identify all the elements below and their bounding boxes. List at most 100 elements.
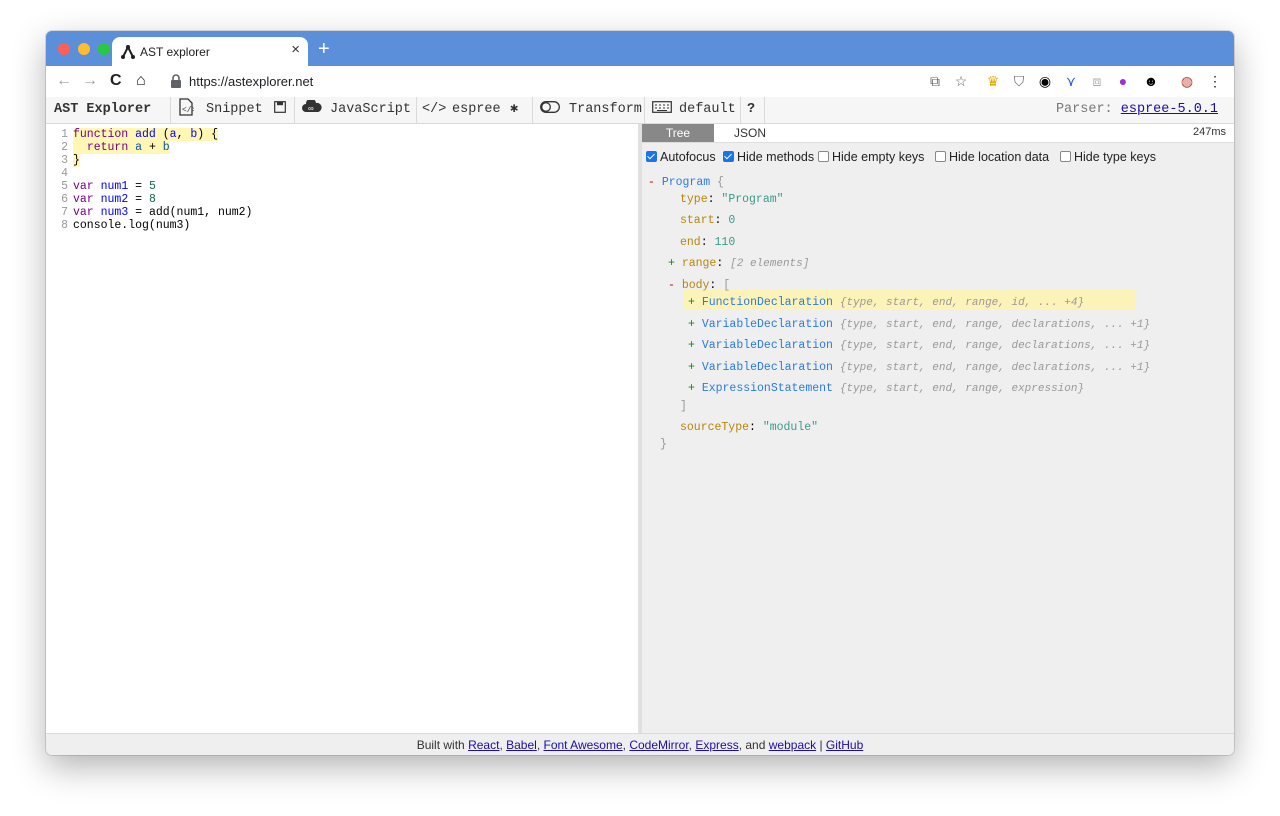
- footer-prefix: Built with: [416, 738, 465, 752]
- hide-empty-keys-checkbox[interactable]: [818, 151, 829, 162]
- express-link[interactable]: Express: [695, 738, 738, 752]
- react-link[interactable]: React: [468, 738, 499, 752]
- line-number: 8: [61, 219, 68, 232]
- bracket: ]: [680, 400, 687, 413]
- tree-options: Autofocus Hide methods Hide empty keys H…: [646, 148, 1232, 168]
- codemirror-link[interactable]: CodeMirror: [629, 738, 688, 752]
- profile-avatar[interactable]: ◍: [1178, 72, 1196, 90]
- code-line: 5 var num1 = 5: [46, 180, 156, 193]
- expand-toggle[interactable]: +: [668, 257, 682, 270]
- hide-type-keys-checkbox[interactable]: [1060, 151, 1071, 162]
- parser-version-link[interactable]: espree-5.0.1: [1121, 102, 1218, 117]
- forward-button[interactable]: →: [82, 72, 98, 90]
- home-button[interactable]: ⌂: [136, 72, 146, 90]
- browser-tab[interactable]: AST explorer ×: [112, 37, 308, 66]
- line-number: 2: [61, 141, 68, 154]
- autofocus-checkbox[interactable]: [646, 151, 657, 162]
- extension-purple-icon[interactable]: ●: [1114, 72, 1132, 90]
- reload-button[interactable]: C: [110, 72, 122, 90]
- expand-toggle[interactable]: +: [688, 361, 702, 374]
- prop-key: end: [680, 236, 701, 249]
- tree-prop-start[interactable]: start: 0: [680, 212, 735, 230]
- prop-key: type: [680, 193, 708, 206]
- extension-vue-icon[interactable]: ⋎: [1062, 72, 1080, 90]
- tree-node-program[interactable]: - Program {: [648, 174, 724, 192]
- code-line: 4: [46, 167, 73, 180]
- body-close-bracket: ]: [680, 398, 687, 416]
- hide-methods-label: Hide methods: [737, 150, 815, 164]
- code-editor[interactable]: 1 function add (a, b) { 2 return a + b 3}…: [46, 124, 638, 733]
- menu-dots-icon[interactable]: ⋮: [1206, 72, 1224, 90]
- extension-crown-icon[interactable]: ♛: [984, 72, 1002, 90]
- autofocus-option[interactable]: Autofocus: [646, 148, 716, 166]
- hide-location-data-checkbox[interactable]: [935, 151, 946, 162]
- hide-type-keys-option[interactable]: Hide type keys: [1060, 148, 1156, 166]
- tree-prop-source-type[interactable]: sourceType: "module": [680, 419, 818, 437]
- tree-node-body-item[interactable]: + VariableDeclaration {type, start, end,…: [688, 337, 1150, 355]
- back-button[interactable]: ←: [56, 72, 72, 90]
- github-link[interactable]: GitHub: [826, 738, 863, 752]
- tree-node-body-item[interactable]: + FunctionDeclaration {type, start, end,…: [688, 294, 1084, 312]
- browser-window: AST explorer × + ← → C ⌂ https://astexpl…: [46, 31, 1234, 755]
- toolbar-divider: [740, 97, 741, 123]
- new-tab-button[interactable]: +: [318, 39, 330, 59]
- extension-circle-icon[interactable]: ◉: [1036, 72, 1054, 90]
- hide-empty-keys-label: Hide empty keys: [832, 150, 925, 164]
- node-type-name: VariableDeclaration: [701, 318, 833, 331]
- transform-toggle-icon[interactable]: [540, 97, 560, 123]
- tree-node-body-item[interactable]: + VariableDeclaration {type, start, end,…: [688, 316, 1150, 334]
- brace: }: [660, 438, 667, 451]
- toolbar-divider: [170, 97, 171, 123]
- tree-prop-range[interactable]: + range: [2 elements]: [668, 255, 809, 273]
- parser-label: Parser:: [1055, 102, 1113, 117]
- parser-menu[interactable]: espree: [452, 97, 501, 123]
- tree-node-body-item[interactable]: + VariableDeclaration {type, start, end,…: [688, 359, 1150, 377]
- code-icon: </>: [422, 102, 447, 117]
- extension-avatar-icon[interactable]: ☻: [1142, 72, 1160, 90]
- tree-prop-end[interactable]: end: 110: [680, 234, 735, 252]
- save-icon[interactable]: [274, 97, 286, 123]
- svg-text:∞: ∞: [308, 104, 314, 113]
- output-pane: Tree JSON 247ms Autofocus Hide methods H…: [642, 124, 1234, 733]
- tree-prop-type[interactable]: type: "Program": [680, 191, 784, 209]
- close-window-button[interactable]: [58, 43, 70, 55]
- hide-methods-option[interactable]: Hide methods: [723, 148, 814, 166]
- node-type-name: VariableDeclaration: [701, 339, 833, 352]
- webpack-link[interactable]: webpack: [769, 738, 816, 752]
- expand-toggle[interactable]: +: [688, 382, 702, 395]
- tab-tree[interactable]: Tree: [642, 124, 714, 142]
- expand-toggle[interactable]: +: [688, 296, 702, 309]
- tree-node-body-item[interactable]: + ExpressionStatement {type, start, end,…: [688, 380, 1084, 398]
- expand-toggle[interactable]: +: [688, 318, 702, 331]
- url-input[interactable]: https://astexplorer.net: [189, 74, 313, 89]
- snippet-menu[interactable]: Snippet: [206, 97, 263, 123]
- toolbar-divider: [764, 97, 765, 123]
- babel-link[interactable]: Babel: [506, 738, 537, 752]
- keymap-menu[interactable]: default: [679, 97, 736, 123]
- extension-translate-icon[interactable]: ⧈: [1088, 72, 1106, 90]
- help-button[interactable]: ?: [747, 97, 755, 123]
- tab-json[interactable]: JSON: [714, 124, 786, 142]
- collapse-toggle[interactable]: -: [648, 176, 662, 189]
- expand-toggle[interactable]: +: [688, 339, 702, 352]
- tree-prop-body[interactable]: - body: [: [668, 277, 730, 295]
- language-menu[interactable]: JavaScript: [330, 97, 411, 123]
- font-awesome-link[interactable]: Font Awesome: [543, 738, 622, 752]
- translate-icon[interactable]: ⧉: [926, 72, 944, 90]
- pocket-icon[interactable]: ⛉: [1010, 72, 1028, 90]
- hide-location-data-option[interactable]: Hide location data: [935, 148, 1049, 166]
- hide-empty-keys-option[interactable]: Hide empty keys: [818, 148, 924, 166]
- lock-icon[interactable]: [170, 74, 182, 88]
- transform-menu[interactable]: Transform: [569, 97, 642, 123]
- maximize-window-button[interactable]: [98, 43, 110, 55]
- prop-key: range: [681, 257, 717, 270]
- hide-methods-checkbox[interactable]: [723, 151, 734, 162]
- minimize-window-button[interactable]: [78, 43, 90, 55]
- address-bar: ← → C ⌂ https://astexplorer.net ⧉ ☆ ♛ ⛉ …: [46, 66, 1234, 98]
- app-brand: AST Explorer: [54, 102, 152, 117]
- tab-close-icon[interactable]: ×: [291, 42, 300, 58]
- parser-settings-gear-icon[interactable]: ✱: [510, 97, 518, 123]
- collapse-toggle[interactable]: -: [668, 279, 682, 292]
- node-summary: {type, start, end, range, declarations, …: [839, 340, 1151, 352]
- bookmark-star-icon[interactable]: ☆: [952, 72, 970, 90]
